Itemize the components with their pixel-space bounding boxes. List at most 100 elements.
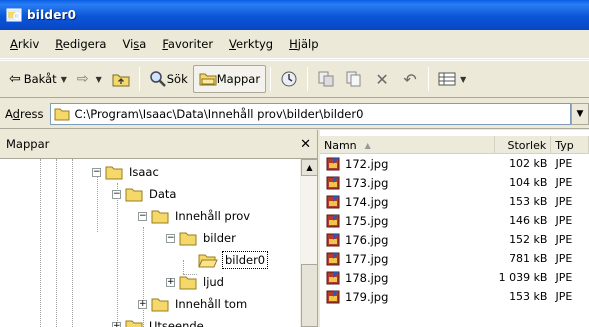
tree-item-utseende[interactable]: + Utseende xyxy=(112,315,206,327)
file-name-cell: 178.jpg xyxy=(320,271,495,285)
folder-icon xyxy=(151,210,169,223)
chevron-down-icon[interactable]: ▼ xyxy=(61,75,67,84)
chevron-down-icon[interactable]: ▼ xyxy=(460,75,466,84)
collapse-icon[interactable]: − xyxy=(138,211,147,221)
toolbar-separator xyxy=(270,67,272,91)
menu-verktyg-mnemonic: V xyxy=(229,37,237,51)
menu-redigera-mnemonic: R xyxy=(55,37,63,51)
file-name: 179.jpg xyxy=(345,289,389,304)
folder-icon xyxy=(54,108,70,120)
toolbar-separator xyxy=(307,67,309,91)
file-row[interactable]: 176.jpg 152 kB JPE xyxy=(320,230,589,249)
tree-item-label: Innehåll tom xyxy=(175,297,248,311)
tree-item-label: Isaac xyxy=(129,165,159,179)
back-button[interactable]: ⇦ Bakåt ▼ xyxy=(4,65,72,93)
collapse-icon[interactable]: − xyxy=(92,167,101,177)
expand-icon[interactable]: + xyxy=(138,299,147,309)
file-row[interactable]: 174.jpg 153 kB JPE xyxy=(320,192,589,211)
expand-icon[interactable]: + xyxy=(166,277,175,287)
menu-favoriter[interactable]: Favoriter xyxy=(154,34,221,54)
folders-pane: Mappar ✕ − Isaac − Data − Innehåll prov … xyxy=(0,130,318,327)
file-row[interactable]: 175.jpg 146 kB JPE xyxy=(320,211,589,230)
move-to-button[interactable] xyxy=(315,68,337,90)
open-folder-icon xyxy=(198,254,218,267)
folder-icon xyxy=(125,188,143,201)
menu-hjalp[interactable]: Hjälp xyxy=(281,34,326,54)
column-header-type[interactable]: Typ xyxy=(551,136,589,154)
back-button-label: Bakåt xyxy=(23,72,57,86)
file-list: 172.jpg 102 kB JPE 173.jpg 104 kB JPE 17… xyxy=(320,154,589,306)
copy-to-button[interactable] xyxy=(343,68,365,90)
menu-redigera[interactable]: Redigera xyxy=(47,34,114,54)
menu-arkiv[interactable]: Arkiv xyxy=(2,34,47,54)
views-icon xyxy=(438,72,456,86)
file-size: 781 kB xyxy=(509,252,548,265)
delete-button[interactable]: ✕ xyxy=(371,68,393,90)
file-row[interactable]: 173.jpg 104 kB JPE xyxy=(320,173,589,192)
file-name-cell: 177.jpg xyxy=(320,252,495,266)
sort-ascending-icon: ▲ xyxy=(364,140,371,150)
menu-visa-label-end: a xyxy=(139,37,147,51)
jpeg-file-icon xyxy=(326,157,340,170)
folder-icon xyxy=(179,232,197,245)
column-header-size-label: Storlek xyxy=(507,138,547,152)
column-header-name[interactable]: Namn ▲ xyxy=(320,136,495,154)
move-to-icon xyxy=(318,71,334,87)
chevron-down-icon[interactable]: ▼ xyxy=(96,75,102,84)
jpeg-file-icon xyxy=(326,252,340,265)
delete-icon: ✕ xyxy=(375,69,389,89)
address-label-start: A xyxy=(5,106,13,121)
scroll-up-button[interactable]: ▲ xyxy=(301,159,317,176)
file-row[interactable]: 177.jpg 781 kB JPE xyxy=(320,249,589,268)
search-button[interactable]: Sök xyxy=(144,65,193,93)
file-type: JPE xyxy=(555,195,573,208)
folder-tree: − Isaac − Data − Innehåll prov − bilder … xyxy=(0,159,317,327)
column-header-size[interactable]: Storlek xyxy=(495,136,552,154)
menu-visa[interactable]: Visa xyxy=(114,34,154,54)
history-icon xyxy=(281,71,297,87)
forward-button[interactable]: ⇨ ▼ xyxy=(72,65,107,93)
file-row[interactable]: 172.jpg 102 kB JPE xyxy=(320,154,589,173)
menu-verktyg[interactable]: Verktyg xyxy=(221,34,281,54)
file-type: JPE xyxy=(555,233,573,246)
toolbar: ⇦ Bakåt ▼ ⇨ ▼ Sök Mappar ✕ ↶ ▼ xyxy=(0,60,589,98)
title-bar: bilder0 xyxy=(0,0,589,30)
folder-icon xyxy=(179,276,197,289)
views-button[interactable]: ▼ xyxy=(433,65,471,93)
menu-favoriter-label: avoriter xyxy=(167,37,214,51)
jpeg-file-icon xyxy=(326,233,340,246)
tree-item-bilder[interactable]: − bilder xyxy=(166,227,238,249)
menu-visa-label-start: Vi xyxy=(122,37,134,51)
folder-icon xyxy=(125,320,143,327)
tree-item-ljud[interactable]: + ljud xyxy=(166,271,226,293)
address-label-end: ress xyxy=(19,106,44,121)
jpeg-file-icon xyxy=(326,290,340,303)
tree-item-data[interactable]: − Data xyxy=(112,183,178,205)
tree-item-innehall-prov[interactable]: − Innehåll prov xyxy=(138,205,252,227)
undo-button[interactable]: ↶ xyxy=(399,68,421,90)
folders-button[interactable]: Mappar xyxy=(192,65,267,93)
file-row[interactable]: 178.jpg 1 039 kB JPE xyxy=(320,268,589,287)
tree-item-isaac[interactable]: − Isaac xyxy=(92,161,161,183)
file-size: 146 kB xyxy=(509,214,548,227)
file-name: 177.jpg xyxy=(345,251,389,266)
address-dropdown-button[interactable]: ▼ xyxy=(571,102,589,125)
file-name: 176.jpg xyxy=(345,232,389,247)
undo-icon: ↶ xyxy=(403,69,417,89)
close-icon[interactable]: ✕ xyxy=(300,137,311,152)
menu-bar: Arkiv Redigera Visa Favoriter Verktyg Hj… xyxy=(0,30,589,59)
expand-icon[interactable]: + xyxy=(112,321,121,327)
chevron-up-icon: ▲ xyxy=(306,163,313,172)
collapse-icon[interactable]: − xyxy=(112,189,121,199)
tree-item-bilder0[interactable]: bilder0 xyxy=(198,249,269,271)
up-folder-button[interactable] xyxy=(107,65,135,93)
file-size: 153 kB xyxy=(509,195,548,208)
address-input[interactable]: C:\Program\Isaac\Data\Innehåll prov\bild… xyxy=(49,102,571,125)
scroll-thumb[interactable] xyxy=(301,264,317,327)
folders-scrollbar[interactable]: ▲ xyxy=(300,159,317,327)
tree-item-innehall-tom[interactable]: + Innehåll tom xyxy=(138,293,249,315)
file-row[interactable]: 179.jpg 153 kB JPE xyxy=(320,287,589,306)
history-button[interactable] xyxy=(278,68,300,90)
file-name-cell: 174.jpg xyxy=(320,195,495,209)
collapse-icon[interactable]: − xyxy=(166,233,175,243)
